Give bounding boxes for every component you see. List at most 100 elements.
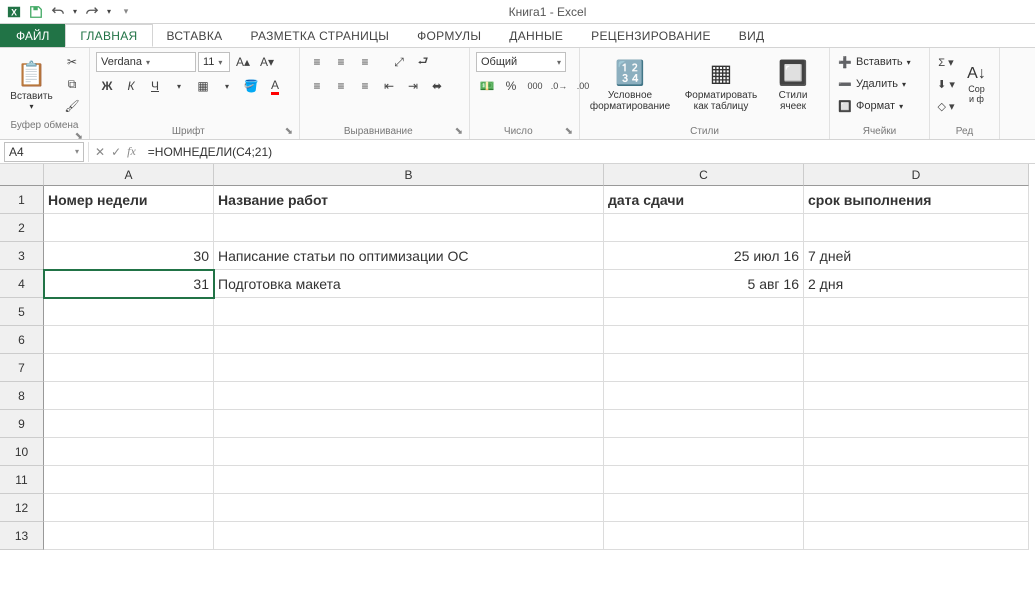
cell-D7[interactable] [804, 354, 1029, 382]
row-header-12[interactable]: 12 [0, 494, 44, 522]
cell-B2[interactable] [214, 214, 604, 242]
paste-button[interactable]: 📋 Вставить ▾ [6, 52, 57, 118]
row-header-10[interactable]: 10 [0, 438, 44, 466]
cell-C7[interactable] [604, 354, 804, 382]
cell-D5[interactable] [804, 298, 1029, 326]
clipboard-launcher-icon[interactable]: ⬊ [75, 131, 83, 142]
cell-C12[interactable] [604, 494, 804, 522]
cell-A4[interactable]: 31 [44, 270, 214, 298]
row-header-1[interactable]: 1 [0, 186, 44, 214]
fill-icon[interactable]: ⬇ ▾ [936, 74, 956, 94]
formula-input[interactable]: =НОМНЕДЕЛИ(C4;21) [142, 145, 1035, 159]
row-header-8[interactable]: 8 [0, 382, 44, 410]
cell-D2[interactable] [804, 214, 1029, 242]
cell-A11[interactable] [44, 466, 214, 494]
cell-styles-button[interactable]: 🔲 Стили ячеек [768, 52, 818, 118]
col-header-C[interactable]: C [604, 164, 804, 186]
cell-D1[interactable]: срок выполнения [804, 186, 1029, 214]
insert-cells-button[interactable]: ➕Вставить▾ [836, 52, 911, 72]
align-left-icon[interactable]: ≡ [306, 76, 328, 96]
underline-button[interactable]: Ч [144, 76, 166, 96]
conditional-formatting-button[interactable]: 🔢 Условное форматирование [586, 52, 674, 118]
name-box[interactable]: A4▾ [4, 142, 84, 162]
increase-decimal-icon[interactable]: .0→ [548, 76, 570, 96]
cell-B9[interactable] [214, 410, 604, 438]
cell-C1[interactable]: дата сдачи [604, 186, 804, 214]
cell-C3[interactable]: 25 июл 16 [604, 242, 804, 270]
cell-B13[interactable] [214, 522, 604, 550]
cell-C2[interactable] [604, 214, 804, 242]
increase-indent-icon[interactable]: ⇥ [402, 76, 424, 96]
cell-D6[interactable] [804, 326, 1029, 354]
cell-A1[interactable]: Номер недели [44, 186, 214, 214]
row-header-6[interactable]: 6 [0, 326, 44, 354]
cell-C9[interactable] [604, 410, 804, 438]
align-middle-icon[interactable]: ≡ [330, 52, 352, 72]
cell-B3[interactable]: Написание статьи по оптимизации ОС [214, 242, 604, 270]
cell-A6[interactable] [44, 326, 214, 354]
cell-C6[interactable] [604, 326, 804, 354]
cell-A13[interactable] [44, 522, 214, 550]
row-header-3[interactable]: 3 [0, 242, 44, 270]
cell-A10[interactable] [44, 438, 214, 466]
accounting-icon[interactable]: 💵 [476, 76, 498, 96]
cell-C4[interactable]: 5 авг 16 [604, 270, 804, 298]
cell-B6[interactable] [214, 326, 604, 354]
row-header-7[interactable]: 7 [0, 354, 44, 382]
underline-dropdown-icon[interactable]: ▾ [168, 76, 190, 96]
increase-font-icon[interactable]: A▴ [232, 52, 254, 72]
select-all-corner[interactable] [0, 164, 44, 186]
align-center-icon[interactable]: ≡ [330, 76, 352, 96]
cell-D3[interactable]: 7 дней [804, 242, 1029, 270]
cell-A12[interactable] [44, 494, 214, 522]
copy-icon[interactable]: ⧉ [61, 74, 83, 94]
cell-A7[interactable] [44, 354, 214, 382]
percent-icon[interactable]: % [500, 76, 522, 96]
align-top-icon[interactable]: ≡ [306, 52, 328, 72]
cancel-formula-icon[interactable]: ✕ [95, 145, 105, 159]
cell-D11[interactable] [804, 466, 1029, 494]
row-header-2[interactable]: 2 [0, 214, 44, 242]
cell-C10[interactable] [604, 438, 804, 466]
cell-C11[interactable] [604, 466, 804, 494]
col-header-B[interactable]: B [214, 164, 604, 186]
format-as-table-button[interactable]: ▦ Форматировать как таблицу [678, 52, 764, 118]
tab-home[interactable]: ГЛАВНАЯ [65, 24, 152, 47]
row-header-11[interactable]: 11 [0, 466, 44, 494]
undo-dropdown-icon[interactable]: ▾ [70, 2, 80, 22]
bold-button[interactable]: Ж [96, 76, 118, 96]
tab-data[interactable]: ДАННЫЕ [495, 24, 577, 47]
confirm-formula-icon[interactable]: ✓ [111, 145, 121, 159]
align-bottom-icon[interactable]: ≡ [354, 52, 376, 72]
clear-icon[interactable]: ◇ ▾ [936, 96, 956, 116]
merge-icon[interactable]: ⬌ [426, 76, 448, 96]
font-color-icon[interactable]: A [264, 76, 286, 96]
cell-B10[interactable] [214, 438, 604, 466]
cell-B4[interactable]: Подготовка макета [214, 270, 604, 298]
comma-icon[interactable]: 000 [524, 76, 546, 96]
row-header-5[interactable]: 5 [0, 298, 44, 326]
wrap-text-icon[interactable]: ⮐ [412, 52, 434, 72]
tab-file[interactable]: ФАЙЛ [0, 24, 65, 47]
cell-D4[interactable]: 2 дня [804, 270, 1029, 298]
tab-insert[interactable]: ВСТАВКА [153, 24, 237, 47]
fill-color-icon[interactable]: 🪣 [240, 76, 262, 96]
tab-pagelayout[interactable]: РАЗМЕТКА СТРАНИЦЫ [236, 24, 403, 47]
number-format-combo[interactable]: Общий▾ [476, 52, 566, 72]
cell-D12[interactable] [804, 494, 1029, 522]
delete-cells-button[interactable]: ➖Удалить▾ [836, 74, 906, 94]
save-icon[interactable] [26, 2, 46, 22]
format-painter-icon[interactable]: 🖌 [61, 96, 83, 116]
cell-C5[interactable] [604, 298, 804, 326]
cell-A9[interactable] [44, 410, 214, 438]
cell-D13[interactable] [804, 522, 1029, 550]
font-size-combo[interactable]: 11▾ [198, 52, 230, 72]
borders-dropdown-icon[interactable]: ▾ [216, 76, 238, 96]
col-header-D[interactable]: D [804, 164, 1029, 186]
alignment-launcher-icon[interactable]: ⬊ [455, 126, 463, 137]
cell-A8[interactable] [44, 382, 214, 410]
number-launcher-icon[interactable]: ⬊ [565, 126, 573, 137]
cell-B8[interactable] [214, 382, 604, 410]
font-name-combo[interactable]: Verdana▾ [96, 52, 196, 72]
decrease-indent-icon[interactable]: ⇤ [378, 76, 400, 96]
